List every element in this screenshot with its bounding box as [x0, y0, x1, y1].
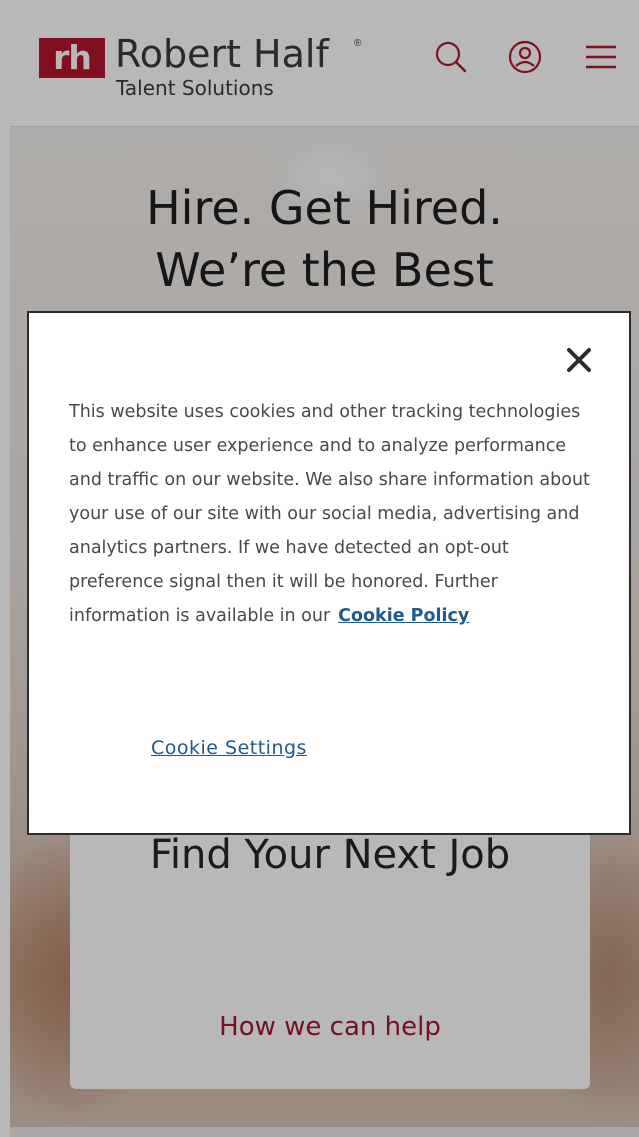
close-icon[interactable] — [562, 343, 596, 377]
cookie-settings-button[interactable]: Cookie Settings — [151, 737, 307, 759]
cookie-notice-body: This website uses cookies and other trac… — [69, 402, 590, 626]
cookie-notice-text: This website uses cookies and other trac… — [69, 395, 599, 633]
cookie-consent-dialog: This website uses cookies and other trac… — [27, 311, 631, 835]
cookie-policy-link[interactable]: Cookie Policy — [338, 606, 469, 626]
page: rh Robert Half ® Talent Solutions Hire. … — [0, 0, 639, 1137]
